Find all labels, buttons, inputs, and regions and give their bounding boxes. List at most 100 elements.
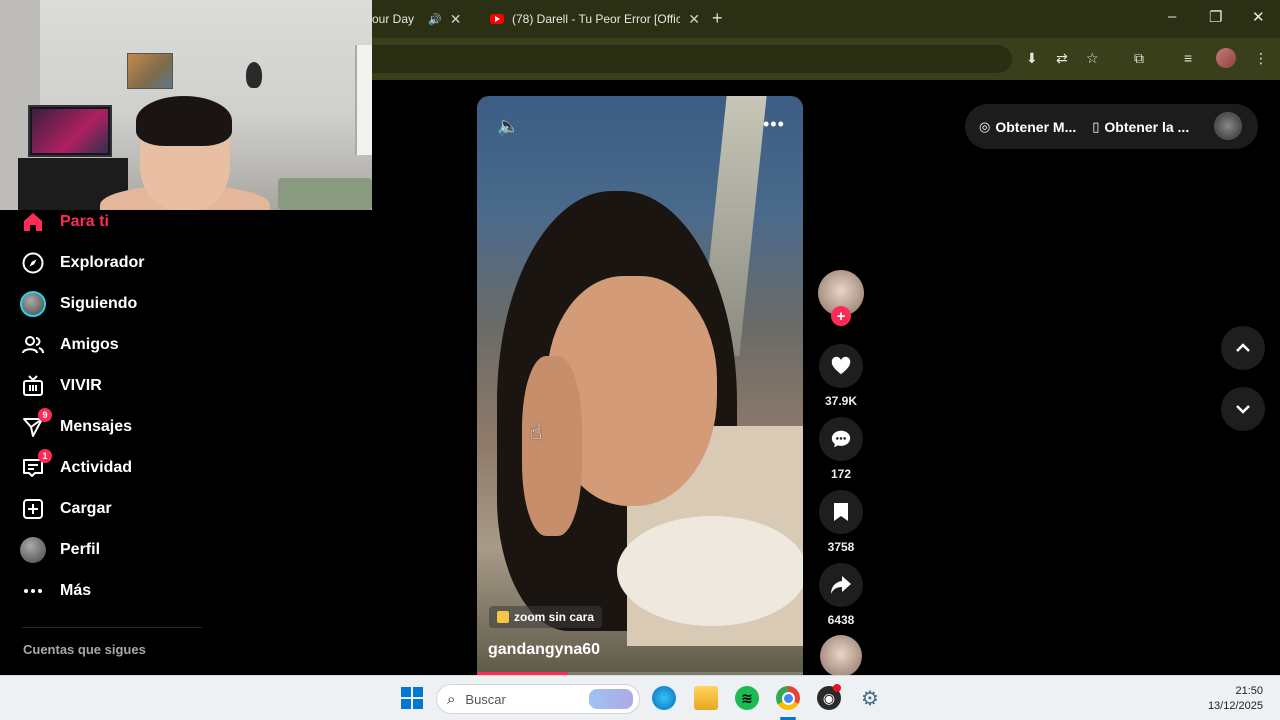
save-count: 3758 [827, 540, 855, 554]
more-icon [20, 578, 46, 604]
edge-icon[interactable] [652, 686, 676, 710]
spotify-icon[interactable]: ≋ [735, 686, 759, 710]
search-highlight-image [589, 689, 633, 709]
like-button[interactable] [819, 344, 863, 388]
video-username[interactable]: gandangyna60 [488, 641, 600, 659]
coin-icon: ◎ [979, 118, 991, 134]
search-placeholder: Buscar [465, 691, 506, 707]
webcam-bed [278, 178, 372, 210]
comment-icon [831, 430, 851, 448]
get-app-button[interactable]: ▯ Obtener la ... [1092, 119, 1189, 135]
browser-tab-active[interactable]: (78) Darell - Tu Peor Error [Offic ✕ [490, 6, 700, 32]
comment-count: 172 [830, 467, 852, 481]
activity-badge: 1 [38, 449, 52, 463]
bookmark-star-icon[interactable]: ☆ [1086, 50, 1099, 67]
clock-time: 21:50 [1235, 685, 1263, 697]
chevron-down-icon [1236, 405, 1250, 414]
tab-title: (78) Darell - Tu Peor Error [Offic [512, 12, 681, 26]
effect-tag[interactable]: zoom sin cara [489, 606, 603, 628]
following-accounts-title: Cuentas que sigues [23, 642, 146, 657]
system-clock[interactable]: 21:50 13/12/2025 [1208, 684, 1263, 714]
browser-tab-bar: our Day 🔊 ✕ (78) Darell - Tu Peor Error … [372, 0, 1280, 38]
sidebar-nav: Para ti Explorador Siguiendo Amigos VIVI… [0, 210, 372, 675]
sidebar-item-vivir[interactable]: VIVIR [20, 372, 102, 400]
settings-gear-icon[interactable]: ⚙ [858, 686, 882, 710]
webcam-painting [127, 53, 173, 89]
windows-taskbar: ⌕ Buscar ≋ ◉ ⚙ 21:50 13/12/2025 [0, 675, 1280, 720]
compass-icon [20, 250, 46, 276]
next-video-button[interactable] [1221, 387, 1265, 431]
sidebar-item-siguiendo[interactable]: Siguiendo [20, 290, 137, 318]
video-player[interactable]: 🔈 ••• zoom sin cara gandangyna60 [477, 96, 803, 675]
volume-icon[interactable]: 🔈 [497, 116, 519, 137]
get-app-label: Obtener la ... [1104, 118, 1190, 135]
file-explorer-icon[interactable] [694, 686, 718, 710]
like-count: 37.9K [824, 394, 858, 408]
sidebar-item-label: Amigos [60, 336, 119, 353]
windows-logo-pane [413, 687, 423, 697]
get-coins-button[interactable]: ◎ Obtener M... [979, 119, 1076, 135]
video-person-hand [522, 356, 582, 536]
extensions-icon[interactable]: ⧉ [1134, 50, 1144, 67]
phone-icon: ▯ [1092, 118, 1100, 134]
taskbar-search[interactable]: ⌕ Buscar [436, 684, 640, 714]
search-icon: ⌕ [447, 690, 456, 708]
sidebar-item-label: Más [60, 582, 92, 599]
previous-video-button[interactable] [1221, 326, 1265, 370]
sidebar-item-cargar[interactable]: Cargar [20, 495, 112, 523]
tab-close-icon[interactable]: ✕ [688, 11, 700, 28]
home-icon [20, 209, 46, 235]
recording-dot-icon [833, 684, 841, 692]
windows-logo-pane [413, 699, 423, 709]
webcam-helmet [246, 62, 262, 88]
sidebar-item-actividad[interactable]: 1 Actividad [20, 449, 133, 482]
sidebar-item-label: Perfil [60, 541, 101, 558]
music-disc-avatar[interactable] [820, 635, 862, 677]
tab-close-icon[interactable]: ✕ [450, 11, 462, 28]
sidebar-item-mas[interactable]: Más [20, 577, 91, 605]
comment-button[interactable] [819, 417, 863, 461]
hand-cursor-icon: ☝ [530, 422, 543, 444]
follow-button[interactable]: + [831, 306, 851, 326]
install-app-icon[interactable]: ⬇ [1026, 50, 1038, 67]
sidebar-item-explorador[interactable]: Explorador [20, 249, 144, 277]
share-button[interactable] [819, 563, 863, 607]
new-tab-button[interactable]: + [712, 8, 723, 29]
following-avatar [20, 291, 46, 317]
video-blanket [617, 516, 803, 626]
sidebar-item-mensajes[interactable]: 9 Mensajes [20, 408, 132, 441]
windows-start-icon[interactable] [401, 687, 423, 709]
close-window-button[interactable]: ✕ [1252, 8, 1265, 26]
top-actions-pill: ◎ Obtener M... ▯ Obtener la ... [965, 104, 1258, 149]
sidebar-item-amigos[interactable]: Amigos [20, 331, 119, 359]
restore-button[interactable]: ❐ [1209, 8, 1222, 26]
sidebar-item-perfil[interactable]: Perfil [20, 536, 100, 564]
sidebar-item-para-ti[interactable]: Para ti [20, 208, 109, 236]
user-avatar[interactable] [1214, 112, 1242, 140]
menu-icon[interactable]: ⋮ [1254, 50, 1268, 67]
heart-icon [831, 356, 851, 375]
sidebar-item-label: Actividad [60, 459, 133, 476]
bookmark-icon [834, 503, 848, 521]
browser-tab[interactable]: our Day 🔊 ✕ [372, 6, 482, 32]
minimize-button[interactable]: – [1168, 8, 1176, 25]
tab-audio-icon[interactable]: 🔊 [428, 13, 442, 26]
youtube-icon [490, 14, 504, 24]
browser-toolbar: ⬇ ⇄ ☆ ⧉ ≡ ⋮ [372, 38, 1280, 80]
chrome-icon[interactable] [776, 686, 800, 710]
share-count: 6438 [827, 613, 855, 627]
share-icon [831, 576, 851, 594]
save-button[interactable] [819, 490, 863, 534]
translate-icon[interactable]: ⇄ [1056, 50, 1068, 67]
get-coins-label: Obtener M... [995, 118, 1077, 135]
friends-icon [20, 332, 46, 358]
more-options-icon[interactable]: ••• [763, 114, 785, 135]
chevron-up-icon [1236, 343, 1250, 352]
sidebar-item-label: Para ti [60, 213, 109, 230]
media-control-icon[interactable]: ≡ [1184, 50, 1192, 66]
upload-icon [20, 496, 46, 522]
profile-avatar[interactable] [1216, 48, 1236, 68]
sidebar-item-label: Cargar [60, 500, 112, 517]
webcam-person-hair [136, 96, 232, 146]
address-bar[interactable] [372, 45, 1012, 73]
